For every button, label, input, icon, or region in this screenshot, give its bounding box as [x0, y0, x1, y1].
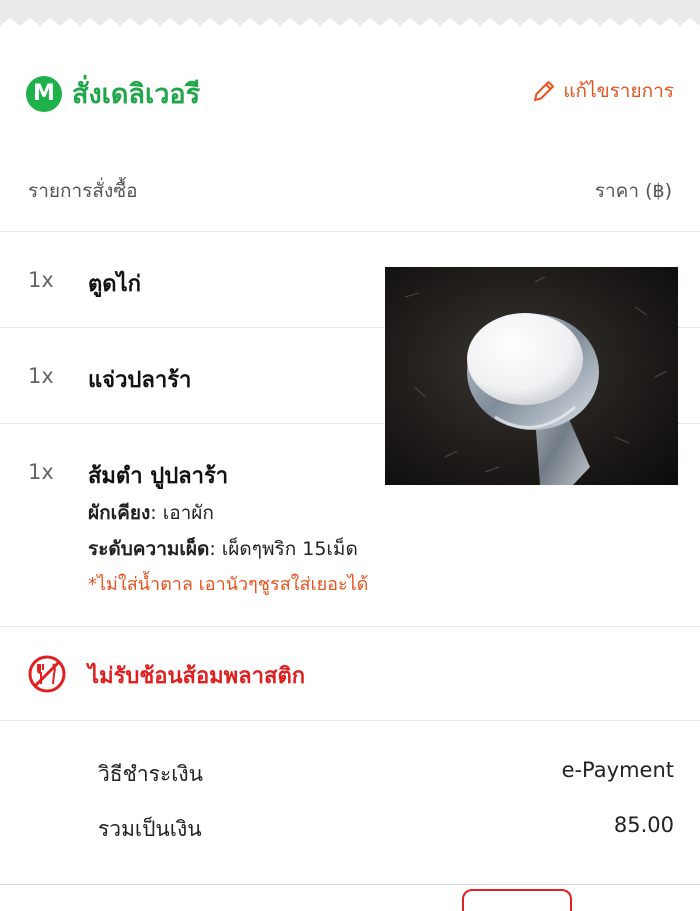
item-option-spice-level: ระดับความเผ็ด: เผ็ดๆพริก 15เม็ด: [88, 534, 358, 564]
option-label: ระดับความเผ็ด: [88, 538, 210, 560]
option-value: : เผ็ดๆพริก 15เม็ด: [209, 538, 358, 560]
option-value: : เอาผัก: [150, 502, 214, 524]
item-option-side-veg: ผักเคียง: เอาผัก: [88, 498, 214, 528]
bottom-action-button[interactable]: [462, 889, 572, 911]
item-quantity: 1x: [28, 460, 54, 484]
item-quantity: 1x: [28, 268, 54, 292]
item-special-note: *ไม่ใส่น้ำตาล เอานัวๆชูรสใส่เยอะได้: [88, 574, 369, 595]
items-column-header: รายการสั่งซื้อ: [28, 180, 138, 202]
pencil-icon: [534, 81, 555, 101]
item-quantity: 1x: [28, 364, 54, 388]
page-title: สั่งเดลิเวอรี: [72, 79, 201, 110]
price-column-header: ราคา (฿): [594, 180, 672, 202]
spoon-powder-photo: [385, 267, 678, 485]
order-header: M สั่งเดลิเวอรี แก้ไขรายการ: [0, 36, 700, 146]
no-plastic-cutlery-label: ไม่รับช้อนส้อมพลาสติก: [88, 664, 306, 689]
total-value: 85.00: [613, 813, 674, 837]
total-label: รวมเป็นเงิน: [98, 817, 202, 841]
item-name: แจ่วปลาร้า: [88, 368, 192, 393]
payment-method-label: วิธีชำระเงิน: [98, 762, 203, 786]
no-plastic-cutlery-option[interactable]: ไม่รับช้อนส้อมพลาสติก: [0, 626, 700, 721]
bottom-action-bar: [0, 884, 700, 911]
order-list-header: รายการสั่งซื้อ ราคา (฿): [0, 146, 700, 232]
item-name: ตูดไก่: [88, 272, 141, 297]
brand-logo-icon: M: [26, 75, 62, 112]
brand: M สั่งเดลิเวอรี: [26, 72, 200, 115]
edit-order-label: แก้ไขรายการ: [563, 80, 674, 102]
item-name: ส้มตำ ปูปลาร้า: [88, 464, 229, 489]
no-cutlery-icon: [28, 655, 66, 693]
payment-method-row: วิธีชำระเงิน e-Payment: [0, 748, 700, 798]
payment-method-value: e-Payment: [561, 758, 674, 782]
option-label: ผักเคียง: [88, 502, 151, 524]
edit-order-button[interactable]: แก้ไขรายการ: [531, 76, 674, 106]
total-row: รวมเป็นเงิน 85.00: [0, 803, 700, 853]
receipt-zigzag-edge: [0, 0, 700, 36]
